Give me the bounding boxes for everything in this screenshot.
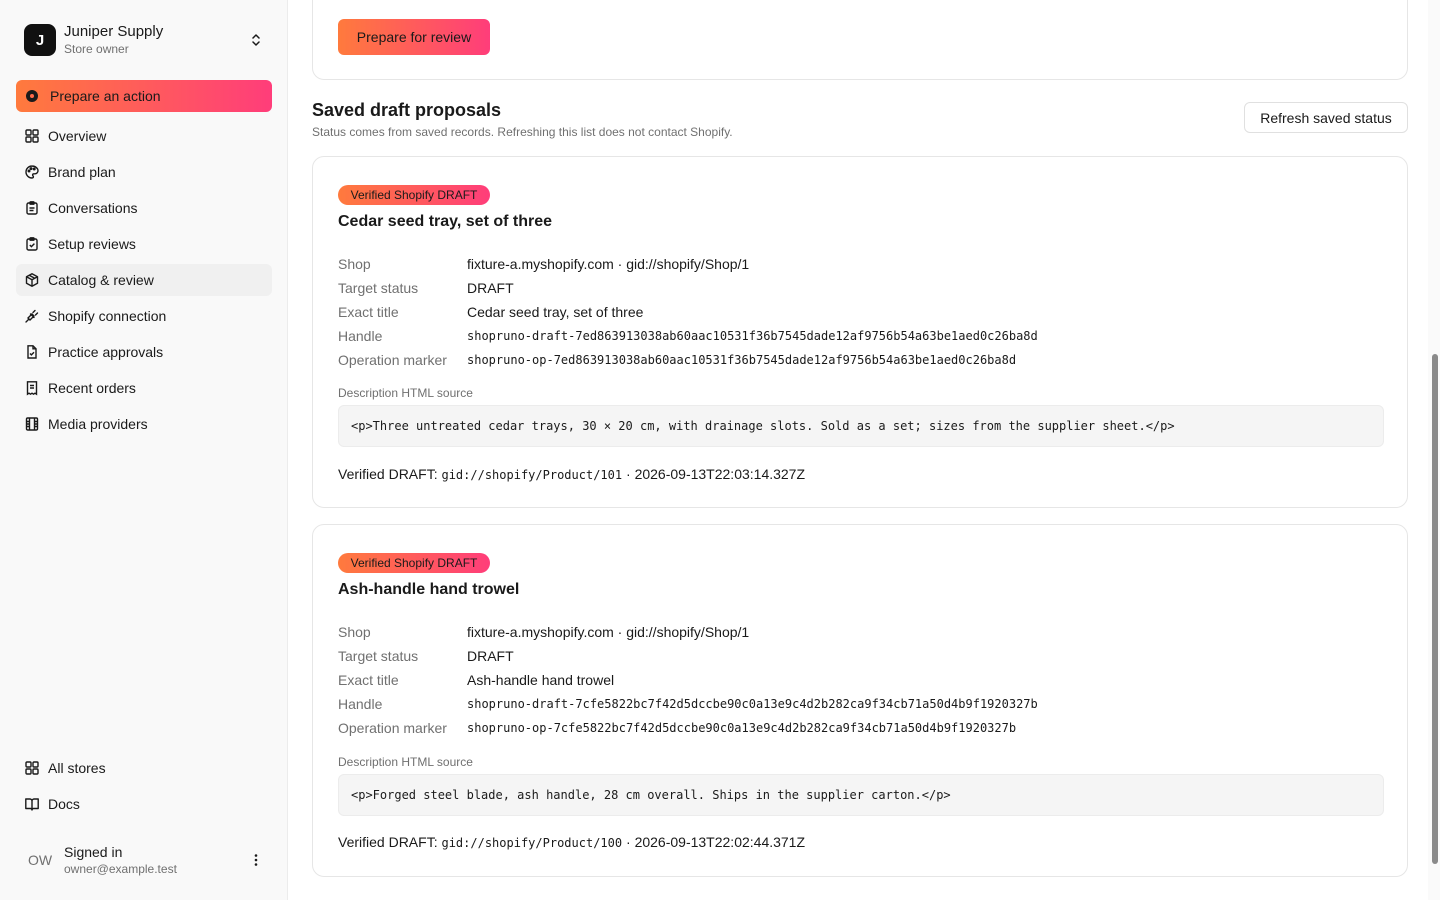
verified-timestamp: 2026-09-13T22:02:44.371Z bbox=[634, 834, 806, 850]
nav-item-docs[interactable]: Docs bbox=[16, 788, 272, 820]
target-icon bbox=[26, 90, 38, 102]
meta-value-shop: fixture-a.myshopify.com · gid://shopify/… bbox=[467, 256, 750, 272]
prepare-action-label: Prepare an action bbox=[50, 88, 161, 104]
grid-icon bbox=[25, 129, 39, 143]
nav-item-label: All stores bbox=[48, 760, 106, 776]
nav-item-label: Recent orders bbox=[48, 380, 136, 396]
book-icon bbox=[25, 798, 39, 811]
verified-timestamp: 2026-09-13T22:03:14.327Z bbox=[634, 466, 806, 482]
description-label: Description HTML source bbox=[338, 386, 473, 400]
file-check-icon bbox=[27, 345, 37, 359]
meta-key-handle: Handle bbox=[338, 328, 383, 344]
product-gid: gid://shopify/Product/100 bbox=[441, 836, 623, 850]
verified-prefix: Verified DRAFT: bbox=[338, 834, 438, 850]
receipt-icon bbox=[26, 381, 38, 396]
nav-item-practice-approvals[interactable]: Practice approvals bbox=[16, 336, 272, 368]
clipboard-check-icon bbox=[26, 237, 38, 251]
verified-line: Verified DRAFT: gid://shopify/Product/10… bbox=[338, 466, 805, 482]
user-title: Signed in bbox=[64, 844, 123, 860]
meta-value-operation-marker: shopruno-op-7cfe5822bc7f42d5dccbe90c0a13… bbox=[467, 721, 1017, 735]
avatar: OW bbox=[27, 852, 53, 868]
nav-item-conversations[interactable]: Conversations bbox=[16, 192, 272, 224]
meta-key-operation-marker: Operation marker bbox=[338, 352, 447, 368]
meta-value-target-status: DRAFT bbox=[467, 280, 514, 296]
verified-line: Verified DRAFT: gid://shopify/Product/10… bbox=[338, 834, 805, 850]
refresh-saved-status-button[interactable]: Refresh saved status bbox=[1244, 102, 1408, 133]
main-nav: Overview Brand plan Conversations Setup … bbox=[16, 120, 272, 444]
nav-item-label: Setup reviews bbox=[48, 236, 136, 252]
meta-key-exact-title: Exact title bbox=[338, 672, 399, 688]
proposal-title: Cedar seed tray, set of three bbox=[338, 213, 553, 230]
clipboard-icon bbox=[26, 201, 38, 215]
nav-item-media-providers[interactable]: Media providers bbox=[16, 408, 272, 440]
nav-item-setup-reviews[interactable]: Setup reviews bbox=[16, 228, 272, 260]
nav-item-label: Brand plan bbox=[48, 164, 116, 180]
nav-item-brand-plan[interactable]: Brand plan bbox=[16, 156, 272, 188]
plug-icon bbox=[25, 309, 39, 323]
nav-item-label: Docs bbox=[48, 796, 80, 812]
meta-value-exact-title: Ash-handle hand trowel bbox=[467, 672, 615, 688]
section-subtitle: Status comes from saved records. Refresh… bbox=[312, 125, 733, 139]
nav-item-overview[interactable]: Overview bbox=[16, 120, 272, 152]
status-badge: Verified Shopify DRAFT bbox=[338, 185, 490, 205]
nav-item-label: Shopify connection bbox=[48, 308, 167, 324]
package-icon bbox=[25, 273, 39, 287]
meta-key-shop: Shop bbox=[338, 624, 371, 640]
meta-key-shop: Shop bbox=[338, 256, 371, 272]
nav-item-label: Practice approvals bbox=[48, 344, 164, 360]
footer-nav: All stores Docs bbox=[16, 752, 272, 824]
grid-icon bbox=[25, 761, 39, 775]
meta-value-exact-title: Cedar seed tray, set of three bbox=[467, 304, 644, 320]
more-vertical-icon[interactable] bbox=[248, 852, 264, 868]
meta-key-operation-marker: Operation marker bbox=[338, 720, 447, 736]
status-badge: Verified Shopify DRAFT bbox=[338, 553, 490, 573]
meta-key-handle: Handle bbox=[338, 696, 383, 712]
description-label: Description HTML source bbox=[338, 755, 473, 769]
meta-key-target-status: Target status bbox=[338, 280, 419, 296]
meta-key-exact-title: Exact title bbox=[338, 304, 399, 320]
description-html-source: <p>Forged steel blade, ash handle, 28 cm… bbox=[338, 774, 1384, 816]
nav-item-catalog-review[interactable]: Catalog & review bbox=[16, 264, 272, 296]
description-html-source: <p>Three untreated cedar trays, 30 × 20 … bbox=[338, 405, 1384, 447]
verified-prefix: Verified DRAFT: bbox=[338, 466, 438, 482]
meta-value-shop: fixture-a.myshopify.com · gid://shopify/… bbox=[467, 624, 750, 640]
meta-key-target-status: Target status bbox=[338, 648, 419, 664]
film-icon bbox=[25, 417, 39, 431]
meta-value-target-status: DRAFT bbox=[467, 648, 514, 664]
nav-item-label: Overview bbox=[48, 128, 107, 144]
separator: · bbox=[622, 834, 635, 850]
product-gid: gid://shopify/Product/101 bbox=[441, 468, 623, 482]
sidebar: J Juniper Supply Store owner Prepare an … bbox=[0, 0, 288, 900]
separator: · bbox=[622, 466, 635, 482]
section-title: Saved draft proposals bbox=[312, 100, 502, 120]
store-name: Juniper Supply bbox=[64, 23, 164, 40]
proposal-meta: Shop fixture-a.myshopify.com · gid://shop… bbox=[338, 620, 1038, 740]
proposal-card: Verified Shopify DRAFT Ash-handle hand t… bbox=[312, 524, 1408, 877]
user-account[interactable]: OW Signed in owner@example.test bbox=[16, 836, 272, 884]
nav-item-all-stores[interactable]: All stores bbox=[16, 752, 272, 784]
meta-value-handle: shopruno-draft-7ed863913038ab60aac10531f… bbox=[467, 329, 1038, 343]
store-role: Store owner bbox=[64, 42, 129, 56]
palette-icon bbox=[25, 165, 39, 179]
nav-item-recent-orders[interactable]: Recent orders bbox=[16, 372, 272, 404]
prepare-action-button[interactable]: Prepare an action bbox=[16, 80, 272, 112]
meta-value-operation-marker: shopruno-op-7ed863913038ab60aac10531f36b… bbox=[467, 353, 1017, 367]
nav-item-label: Conversations bbox=[48, 200, 138, 216]
nav-item-label: Media providers bbox=[48, 416, 148, 432]
proposal-meta: Shop fixture-a.myshopify.com · gid://shop… bbox=[338, 252, 1038, 372]
meta-value-handle: shopruno-draft-7cfe5822bc7f42d5dccbe90c0… bbox=[467, 697, 1038, 711]
scrollbar[interactable] bbox=[1428, 0, 1440, 900]
store-switcher[interactable]: J Juniper Supply Store owner bbox=[16, 16, 272, 64]
scrollbar-thumb[interactable] bbox=[1432, 354, 1438, 864]
proposal-card: Verified Shopify DRAFT Cedar seed tray, … bbox=[312, 156, 1408, 508]
main-content: Prepare for review Saved draft proposals… bbox=[288, 0, 1428, 900]
prepare-for-review-button[interactable]: Prepare for review bbox=[338, 19, 490, 55]
chevron-up-down-icon bbox=[252, 34, 260, 46]
store-avatar: J bbox=[24, 24, 56, 56]
nav-item-shopify-connection[interactable]: Shopify connection bbox=[16, 300, 272, 332]
proposal-title: Ash-handle hand trowel bbox=[338, 581, 520, 598]
prepare-card: Prepare for review bbox=[312, 0, 1408, 80]
nav-item-label: Catalog & review bbox=[48, 272, 154, 288]
user-email: owner@example.test bbox=[64, 862, 177, 876]
